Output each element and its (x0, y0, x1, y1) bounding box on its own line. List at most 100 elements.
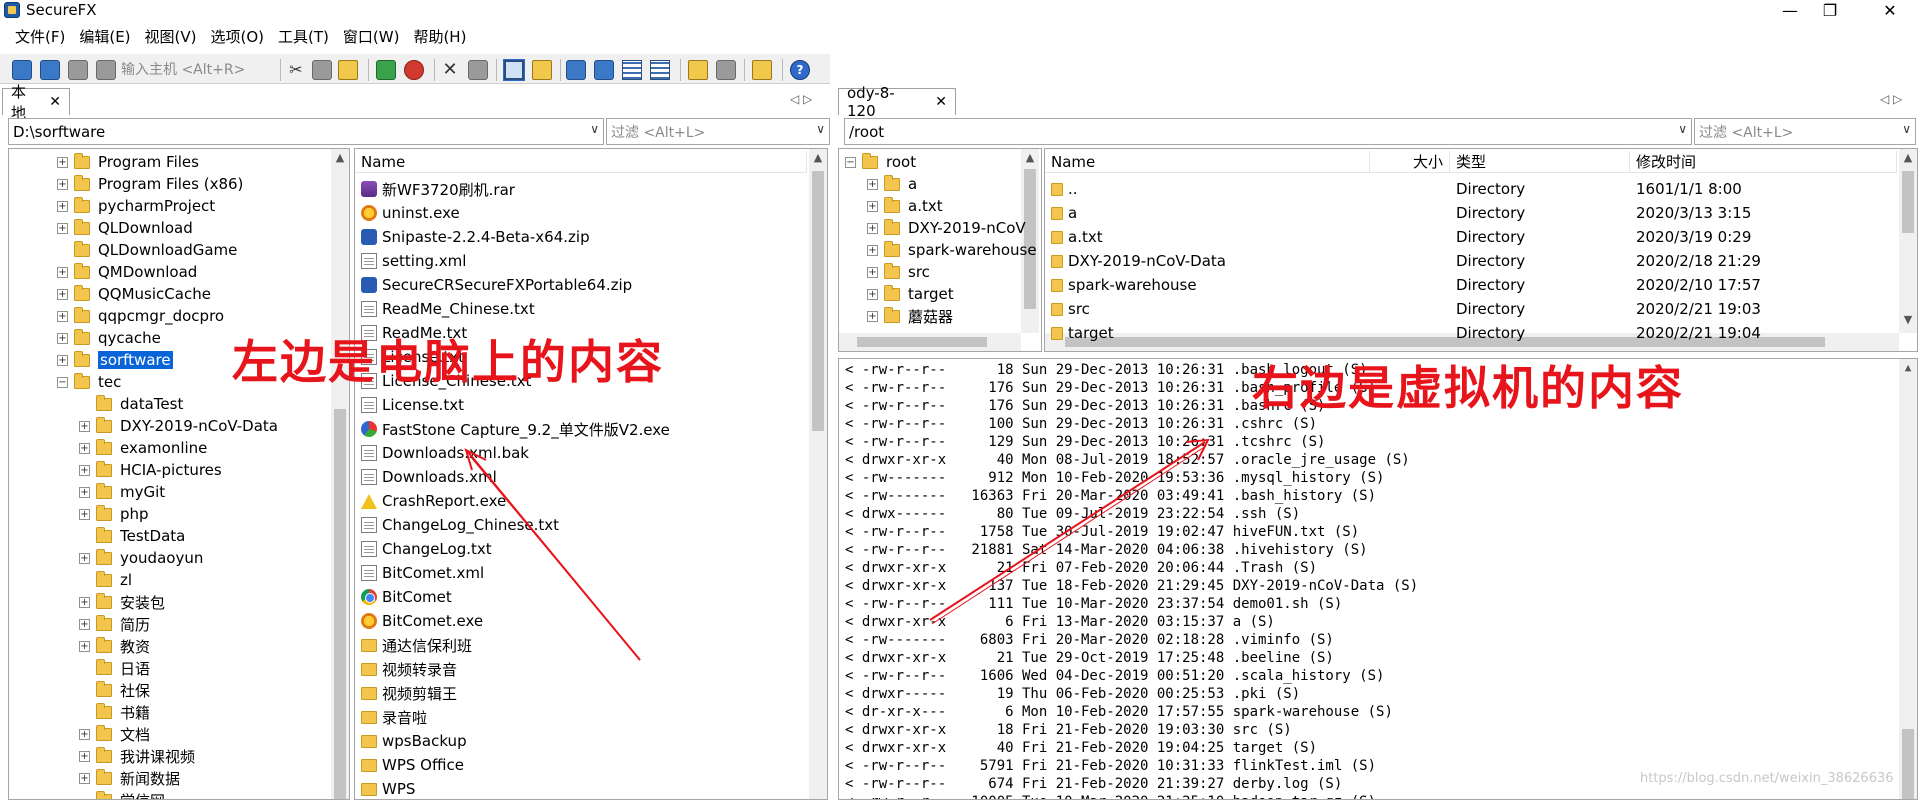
tree-item[interactable]: 书籍 (79, 701, 150, 723)
chevron-down-icon[interactable]: ∨ (1678, 122, 1687, 136)
tree-item[interactable]: + Program Files (57, 151, 199, 173)
tree-item[interactable]: 社保 (79, 679, 150, 701)
tree-item[interactable]: QLDownloadGame (57, 239, 237, 261)
file-row[interactable]: License.txt (361, 393, 464, 417)
close-tab-icon[interactable]: ✕ (49, 94, 61, 110)
right-folder-tree[interactable]: ▲ − root + a + a.txt + DXY-2019-nCoV + spark-ware… (838, 148, 1042, 352)
expand-icon[interactable]: + (79, 596, 90, 608)
tree-item[interactable]: + myGit (79, 481, 165, 503)
tab-nav-left-arrows-icon[interactable]: ◁ ▷ (790, 92, 812, 106)
tree-item[interactable]: + examonline (79, 437, 207, 459)
tree-item[interactable]: + 蘑菇器 (867, 305, 953, 327)
scrollbar-thumb[interactable] (334, 409, 346, 799)
paste-icon[interactable] (338, 60, 358, 80)
left-tree-scrollbar[interactable]: ▲ (331, 149, 349, 799)
expand-icon[interactable]: + (57, 288, 68, 300)
file-row[interactable]: 录音啦 (361, 705, 427, 729)
tab-remote-session[interactable]: ody-8-120 ✕ (838, 84, 956, 120)
toggle-tree-icon[interactable] (503, 59, 525, 81)
tree-item[interactable]: + php (79, 503, 149, 525)
expand-icon[interactable]: + (57, 354, 68, 366)
file-row[interactable]: 通达信保利班 (361, 633, 472, 657)
left-file-list[interactable]: Name ▲ 新WF3720刷机.rar uninst.exe Snipaste-2… (354, 148, 828, 800)
file-row[interactable]: Downloads.xml (361, 465, 497, 489)
keymap-icon[interactable] (716, 60, 736, 80)
tree-item[interactable]: dataTest (79, 393, 183, 415)
file-row[interactable]: BitComet (361, 585, 452, 609)
tree-item[interactable]: + qqpcmgr_docpro (57, 305, 224, 327)
tree-item[interactable]: 日语 (79, 657, 150, 679)
expand-icon[interactable]: + (79, 552, 90, 564)
tree-item[interactable]: + QMDownload (57, 261, 197, 283)
column-header-name[interactable]: Name (1045, 151, 1370, 173)
tree-item[interactable]: + youdaoyun (79, 547, 203, 569)
tree-item[interactable]: + QLDownload (57, 217, 193, 239)
expand-icon[interactable]: + (867, 178, 878, 190)
tree-item[interactable]: + DXY-2019-nCoV-Data (79, 415, 278, 437)
refresh-icon[interactable] (376, 60, 396, 80)
collapse-icon[interactable]: − (57, 376, 68, 388)
expand-icon[interactable]: + (867, 310, 878, 322)
menu-options[interactable]: 选项(O) (204, 24, 272, 50)
chevron-down-icon[interactable]: ∨ (1902, 122, 1911, 136)
scroll-up-icon[interactable]: ▲ (331, 151, 349, 164)
file-row[interactable]: BitComet.xml (361, 561, 484, 585)
right-filter-field[interactable]: 过滤 <Alt+L> ∨ (1694, 118, 1916, 145)
file-row[interactable]: 视频剪辑王 (361, 681, 457, 705)
menu-view[interactable]: 视图(V) (138, 24, 204, 50)
menu-file[interactable]: 文件(F) (8, 24, 72, 50)
column-header-type[interactable]: 类型 (1450, 151, 1630, 173)
table-row[interactable]: src Directory 2020/2/21 19:03 (1045, 297, 1897, 321)
host-input[interactable] (121, 59, 271, 81)
expand-icon[interactable]: + (57, 156, 68, 168)
file-row[interactable]: ChangeLog.txt (361, 537, 492, 561)
file-row[interactable]: ChangeLog_Chinese.txt (361, 513, 559, 537)
tree-item[interactable]: + QQMusicCache (57, 283, 211, 305)
tree-item[interactable]: + spark-warehouse (867, 239, 1037, 261)
file-row[interactable]: setting.xml (361, 249, 466, 273)
tree-item[interactable]: + sorftware (57, 349, 173, 371)
tree-item[interactable]: + 简历 (79, 613, 150, 635)
left-path-field[interactable]: D:\sorftware ∨ (8, 118, 604, 145)
disconnect-icon[interactable] (96, 60, 116, 80)
tree-item[interactable]: + 我讲课视频 (79, 745, 195, 767)
expand-icon[interactable]: + (57, 178, 68, 190)
file-row[interactable]: BitComet.exe (361, 609, 483, 633)
properties-icon[interactable] (468, 60, 488, 80)
expand-icon[interactable]: + (79, 442, 90, 454)
expand-icon[interactable]: + (57, 266, 68, 278)
tree-item[interactable]: + 文档 (79, 723, 150, 745)
table-row[interactable]: .. Directory 1601/1/1 8:00 (1045, 177, 1897, 201)
tree-item[interactable]: + src (867, 261, 930, 283)
right-list-scrollbar[interactable]: ▲ ▼ (1899, 149, 1917, 333)
tree-item[interactable]: zl (79, 569, 132, 591)
quick-connect-icon[interactable] (40, 60, 60, 80)
collapse-icon[interactable]: − (845, 156, 856, 168)
file-row[interactable]: Snipaste-2.2.4-Beta-x64.zip (361, 225, 590, 249)
expand-icon[interactable]: + (79, 640, 90, 652)
maximize-icon[interactable]: ❐ (1810, 0, 1850, 20)
expand-icon[interactable]: + (79, 772, 90, 784)
table-row[interactable]: a.txt Directory 2020/3/19 0:29 (1045, 225, 1897, 249)
expand-icon[interactable]: + (79, 420, 90, 432)
left-filter-field[interactable]: 过滤 <Alt+L> ∨ (606, 118, 830, 145)
tree-item[interactable]: − root (845, 151, 916, 173)
reconnect-icon[interactable] (68, 60, 88, 80)
left-folder-tree[interactable]: ▲ + Program Files + Program Files (x86) + pyc… (8, 148, 350, 800)
tree-item[interactable]: + a.txt (867, 195, 943, 217)
tab-nav-right-arrows-icon[interactable]: ◁ ▷ (1880, 92, 1902, 106)
expand-icon[interactable]: + (79, 728, 90, 740)
tree-item[interactable]: + qycache (57, 327, 161, 349)
right-tree-hscrollbar[interactable] (839, 333, 1021, 351)
menu-help[interactable]: 帮助(H) (406, 24, 473, 50)
synchronize-icon[interactable] (752, 60, 772, 80)
transfer-queue-icon[interactable] (688, 60, 708, 80)
file-row[interactable]: WPS Office (361, 753, 464, 777)
expand-icon[interactable]: + (867, 200, 878, 212)
minimize-icon[interactable]: — (1770, 0, 1810, 20)
expand-icon[interactable]: + (57, 222, 68, 234)
column-header-modified[interactable]: 修改时间 (1630, 151, 1897, 173)
expand-icon[interactable]: + (79, 750, 90, 762)
details-view-icon[interactable] (650, 60, 670, 80)
close-tab-icon[interactable]: ✕ (935, 94, 947, 110)
